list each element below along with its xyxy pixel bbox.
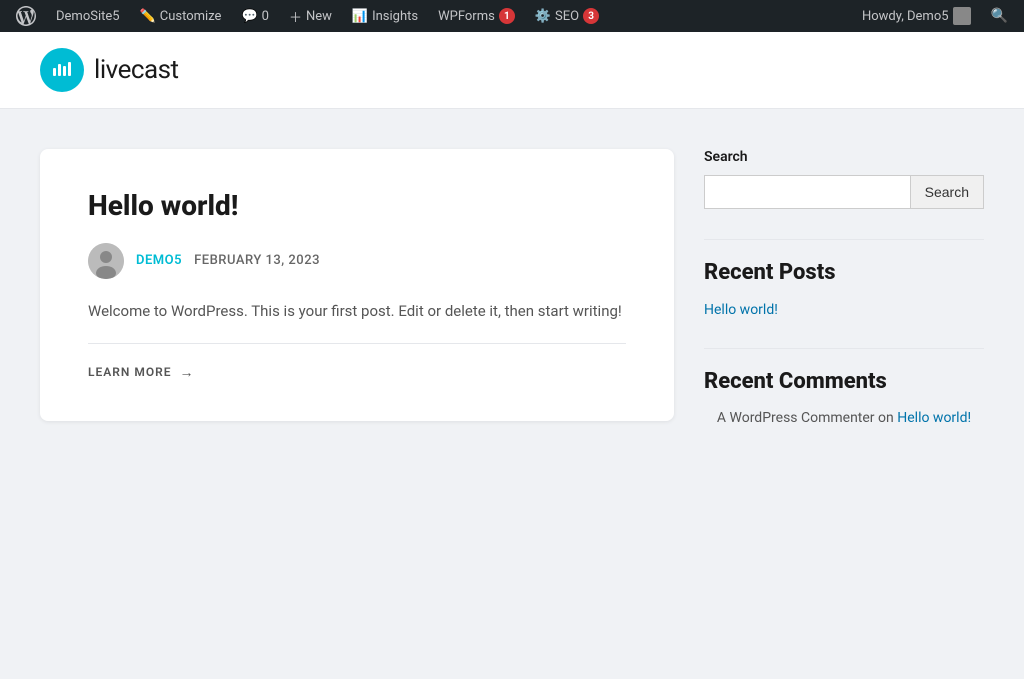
post-card: Hello world! DEMO5 FEBRUARY 13, 2023 Wel… [40, 149, 674, 421]
learn-more-link[interactable]: LEARN MORE → [88, 364, 626, 381]
recent-posts-title: Recent Posts [704, 260, 984, 285]
user-avatar-small [953, 7, 971, 25]
recent-comments-title: Recent Comments [704, 369, 984, 394]
gear-icon: ⚙️ [535, 9, 551, 24]
recent-posts-widget: Recent Posts Hello world! [704, 239, 984, 318]
main-content: Hello world! DEMO5 FEBRUARY 13, 2023 Wel… [0, 109, 1024, 499]
wp-logo-button[interactable] [8, 0, 44, 32]
search-input[interactable] [704, 175, 910, 209]
page-wrapper: livecast Hello world! DEMO5 FEBRUARY 1 [0, 32, 1024, 679]
site-name-label: DemoSite5 [56, 9, 120, 24]
insights-button[interactable]: 📊 Insights [344, 0, 426, 32]
site-header: livecast [0, 32, 1024, 109]
recent-comments-widget: Recent Comments A WordPress Commenter on… [704, 348, 984, 429]
search-widget-title: Search [704, 149, 984, 165]
wpforms-badge: 1 [499, 8, 515, 24]
search-widget: Search Search [704, 149, 984, 209]
search-top-button[interactable]: 🔍 [983, 0, 1016, 32]
seo-badge: 3 [583, 8, 599, 24]
site-name-button[interactable]: DemoSite5 [48, 0, 128, 32]
search-button[interactable]: Search [910, 175, 984, 209]
posts-area: Hello world! DEMO5 FEBRUARY 13, 2023 Wel… [40, 149, 674, 459]
post-excerpt: Welcome to WordPress. This is your first… [88, 299, 626, 344]
search-form: Search [704, 175, 984, 209]
sidebar: Search Search Recent Posts Hello world! … [704, 149, 984, 459]
post-meta: DEMO5 FEBRUARY 13, 2023 [88, 243, 626, 279]
seo-button[interactable]: ⚙️ SEO 3 [527, 0, 607, 32]
logo-text: livecast [94, 55, 179, 85]
chart-icon: 📊 [352, 9, 368, 24]
pencil-icon: ✏️ [140, 9, 156, 24]
post-author[interactable]: DEMO5 [136, 253, 182, 268]
comments-button[interactable]: 💬 0 [233, 0, 277, 32]
site-logo: livecast [40, 48, 984, 92]
commenter-name: A WordPress Commenter [717, 410, 875, 426]
admin-bar-right: Howdy, Demo5 🔍 [854, 0, 1016, 32]
wpforms-button[interactable]: WPForms 1 [430, 0, 523, 32]
post-date: FEBRUARY 13, 2023 [194, 253, 320, 268]
admin-bar: DemoSite5 ✏️ Customize 💬 0 ＋ New 📊 Insig… [0, 0, 1024, 32]
post-title: Hello world! [88, 189, 626, 223]
logo-icon [40, 48, 84, 92]
comment-item: A WordPress Commenter on Hello world! [704, 408, 984, 429]
recent-post-link[interactable]: Hello world! [704, 302, 778, 318]
comment-post-link[interactable]: Hello world! [897, 410, 971, 426]
plus-icon: ＋ [289, 7, 302, 26]
new-button[interactable]: ＋ New [281, 0, 340, 32]
arrow-right-icon: → [180, 364, 195, 381]
howdy-button[interactable]: Howdy, Demo5 [854, 0, 979, 32]
comments-icon: 💬 [241, 9, 257, 24]
author-avatar [88, 243, 124, 279]
comment-on-label: on [878, 410, 894, 426]
search-top-icon: 🔍 [991, 8, 1008, 24]
customize-button[interactable]: ✏️ Customize [132, 0, 230, 32]
